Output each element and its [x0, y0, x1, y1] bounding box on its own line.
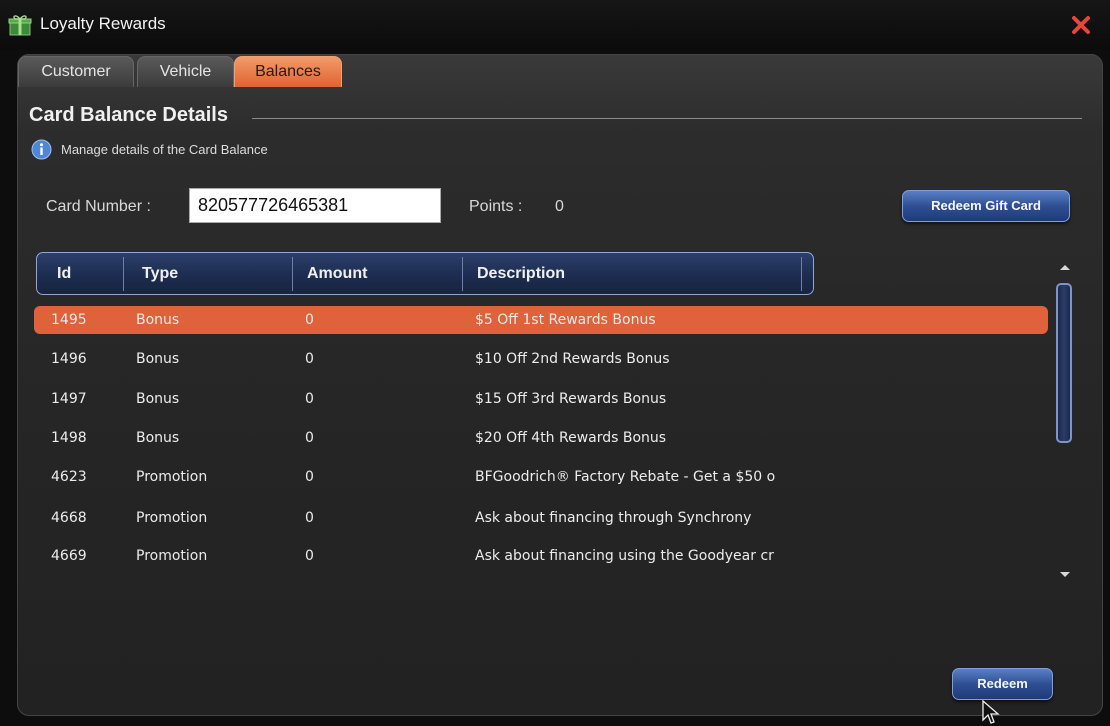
column-header-id[interactable]: Id — [57, 253, 71, 294]
card-number-input[interactable] — [189, 188, 441, 223]
table-row[interactable]: 1498 Bonus 0 $20 Off 4th Rewards Bonus — [34, 424, 1048, 452]
cell-amount: 0 — [305, 430, 314, 446]
column-separator — [292, 257, 293, 291]
column-header-description[interactable]: Description — [477, 253, 565, 294]
points-value: 0 — [555, 198, 564, 215]
cell-description: $10 Off 2nd Rewards Bonus — [475, 351, 670, 367]
cell-id: 1496 — [51, 351, 87, 367]
cell-id: 1497 — [51, 391, 87, 407]
tab-vehicle[interactable]: Vehicle — [137, 56, 234, 87]
redeem-button[interactable]: Redeem — [952, 668, 1053, 700]
cell-id: 1495 — [51, 312, 87, 328]
table-row-selected[interactable]: 1495 Bonus 0 $5 Off 1st Rewards Bonus — [34, 306, 1048, 334]
cell-type: Promotion — [136, 548, 208, 564]
points-label: Points : — [469, 198, 523, 215]
scroll-up-arrow-icon[interactable] — [1058, 262, 1072, 272]
close-icon[interactable] — [1068, 12, 1094, 38]
column-separator — [462, 257, 463, 291]
section-title: Card Balance Details — [29, 104, 228, 126]
cell-amount: 0 — [305, 469, 314, 485]
cell-description: $5 Off 1st Rewards Bonus — [475, 312, 656, 328]
cell-amount: 0 — [305, 312, 314, 328]
cell-type: Bonus — [136, 391, 180, 407]
gift-icon — [8, 15, 32, 36]
section-divider — [252, 118, 1082, 119]
tab-balances[interactable]: Balances — [234, 56, 342, 87]
info-text: Manage details of the Card Balance — [61, 142, 268, 157]
cell-type: Bonus — [136, 312, 180, 328]
table-row[interactable]: 4668 Promotion 0 Ask about financing thr… — [34, 504, 1048, 532]
cell-description: $15 Off 3rd Rewards Bonus — [475, 391, 667, 407]
cell-type: Bonus — [136, 430, 180, 446]
column-separator — [801, 257, 802, 291]
table-header: Id Type Amount Description — [36, 252, 814, 295]
cell-type: Promotion — [136, 510, 208, 526]
cell-description: Ask about financing through Synchrony — [475, 510, 752, 526]
window-title: Loyalty Rewards — [40, 14, 166, 33]
cell-id: 4623 — [51, 469, 87, 485]
mouse-cursor-icon — [982, 700, 1000, 724]
table-row[interactable]: 4669 Promotion 0 Ask about financing usi… — [34, 542, 1048, 570]
cell-id: 4668 — [51, 510, 87, 526]
table-row[interactable]: 1497 Bonus 0 $15 Off 3rd Rewards Bonus — [34, 385, 1048, 413]
cell-amount: 0 — [305, 548, 314, 564]
cell-amount: 0 — [305, 351, 314, 367]
title-bar: Loyalty Rewards — [0, 0, 1110, 50]
cell-type: Promotion — [136, 469, 208, 485]
cell-description: Ask about financing using the Goodyear c… — [475, 548, 774, 564]
info-icon — [31, 139, 52, 160]
table-row[interactable]: 1496 Bonus 0 $10 Off 2nd Rewards Bonus — [34, 345, 1048, 373]
cell-amount: 0 — [305, 510, 314, 526]
cell-description: BFGoodrich® Factory Rebate - Get a $50 o — [475, 469, 776, 485]
cell-amount: 0 — [305, 391, 314, 407]
cell-id: 1498 — [51, 430, 87, 446]
redeem-gift-card-button[interactable]: Redeem Gift Card — [902, 190, 1070, 222]
column-separator — [123, 257, 124, 291]
table-row[interactable]: 4623 Promotion 0 BFGoodrich® Factory Reb… — [34, 463, 1048, 491]
scrollbar-thumb[interactable] — [1056, 283, 1072, 443]
cell-description: $20 Off 4th Rewards Bonus — [475, 430, 667, 446]
cell-id: 4669 — [51, 548, 87, 564]
column-header-amount[interactable]: Amount — [307, 253, 367, 294]
card-number-label: Card Number : — [46, 198, 151, 215]
tab-customer[interactable]: Customer — [18, 56, 134, 87]
scroll-down-arrow-icon[interactable] — [1058, 570, 1072, 580]
cell-type: Bonus — [136, 351, 180, 367]
column-header-type[interactable]: Type — [142, 253, 178, 294]
